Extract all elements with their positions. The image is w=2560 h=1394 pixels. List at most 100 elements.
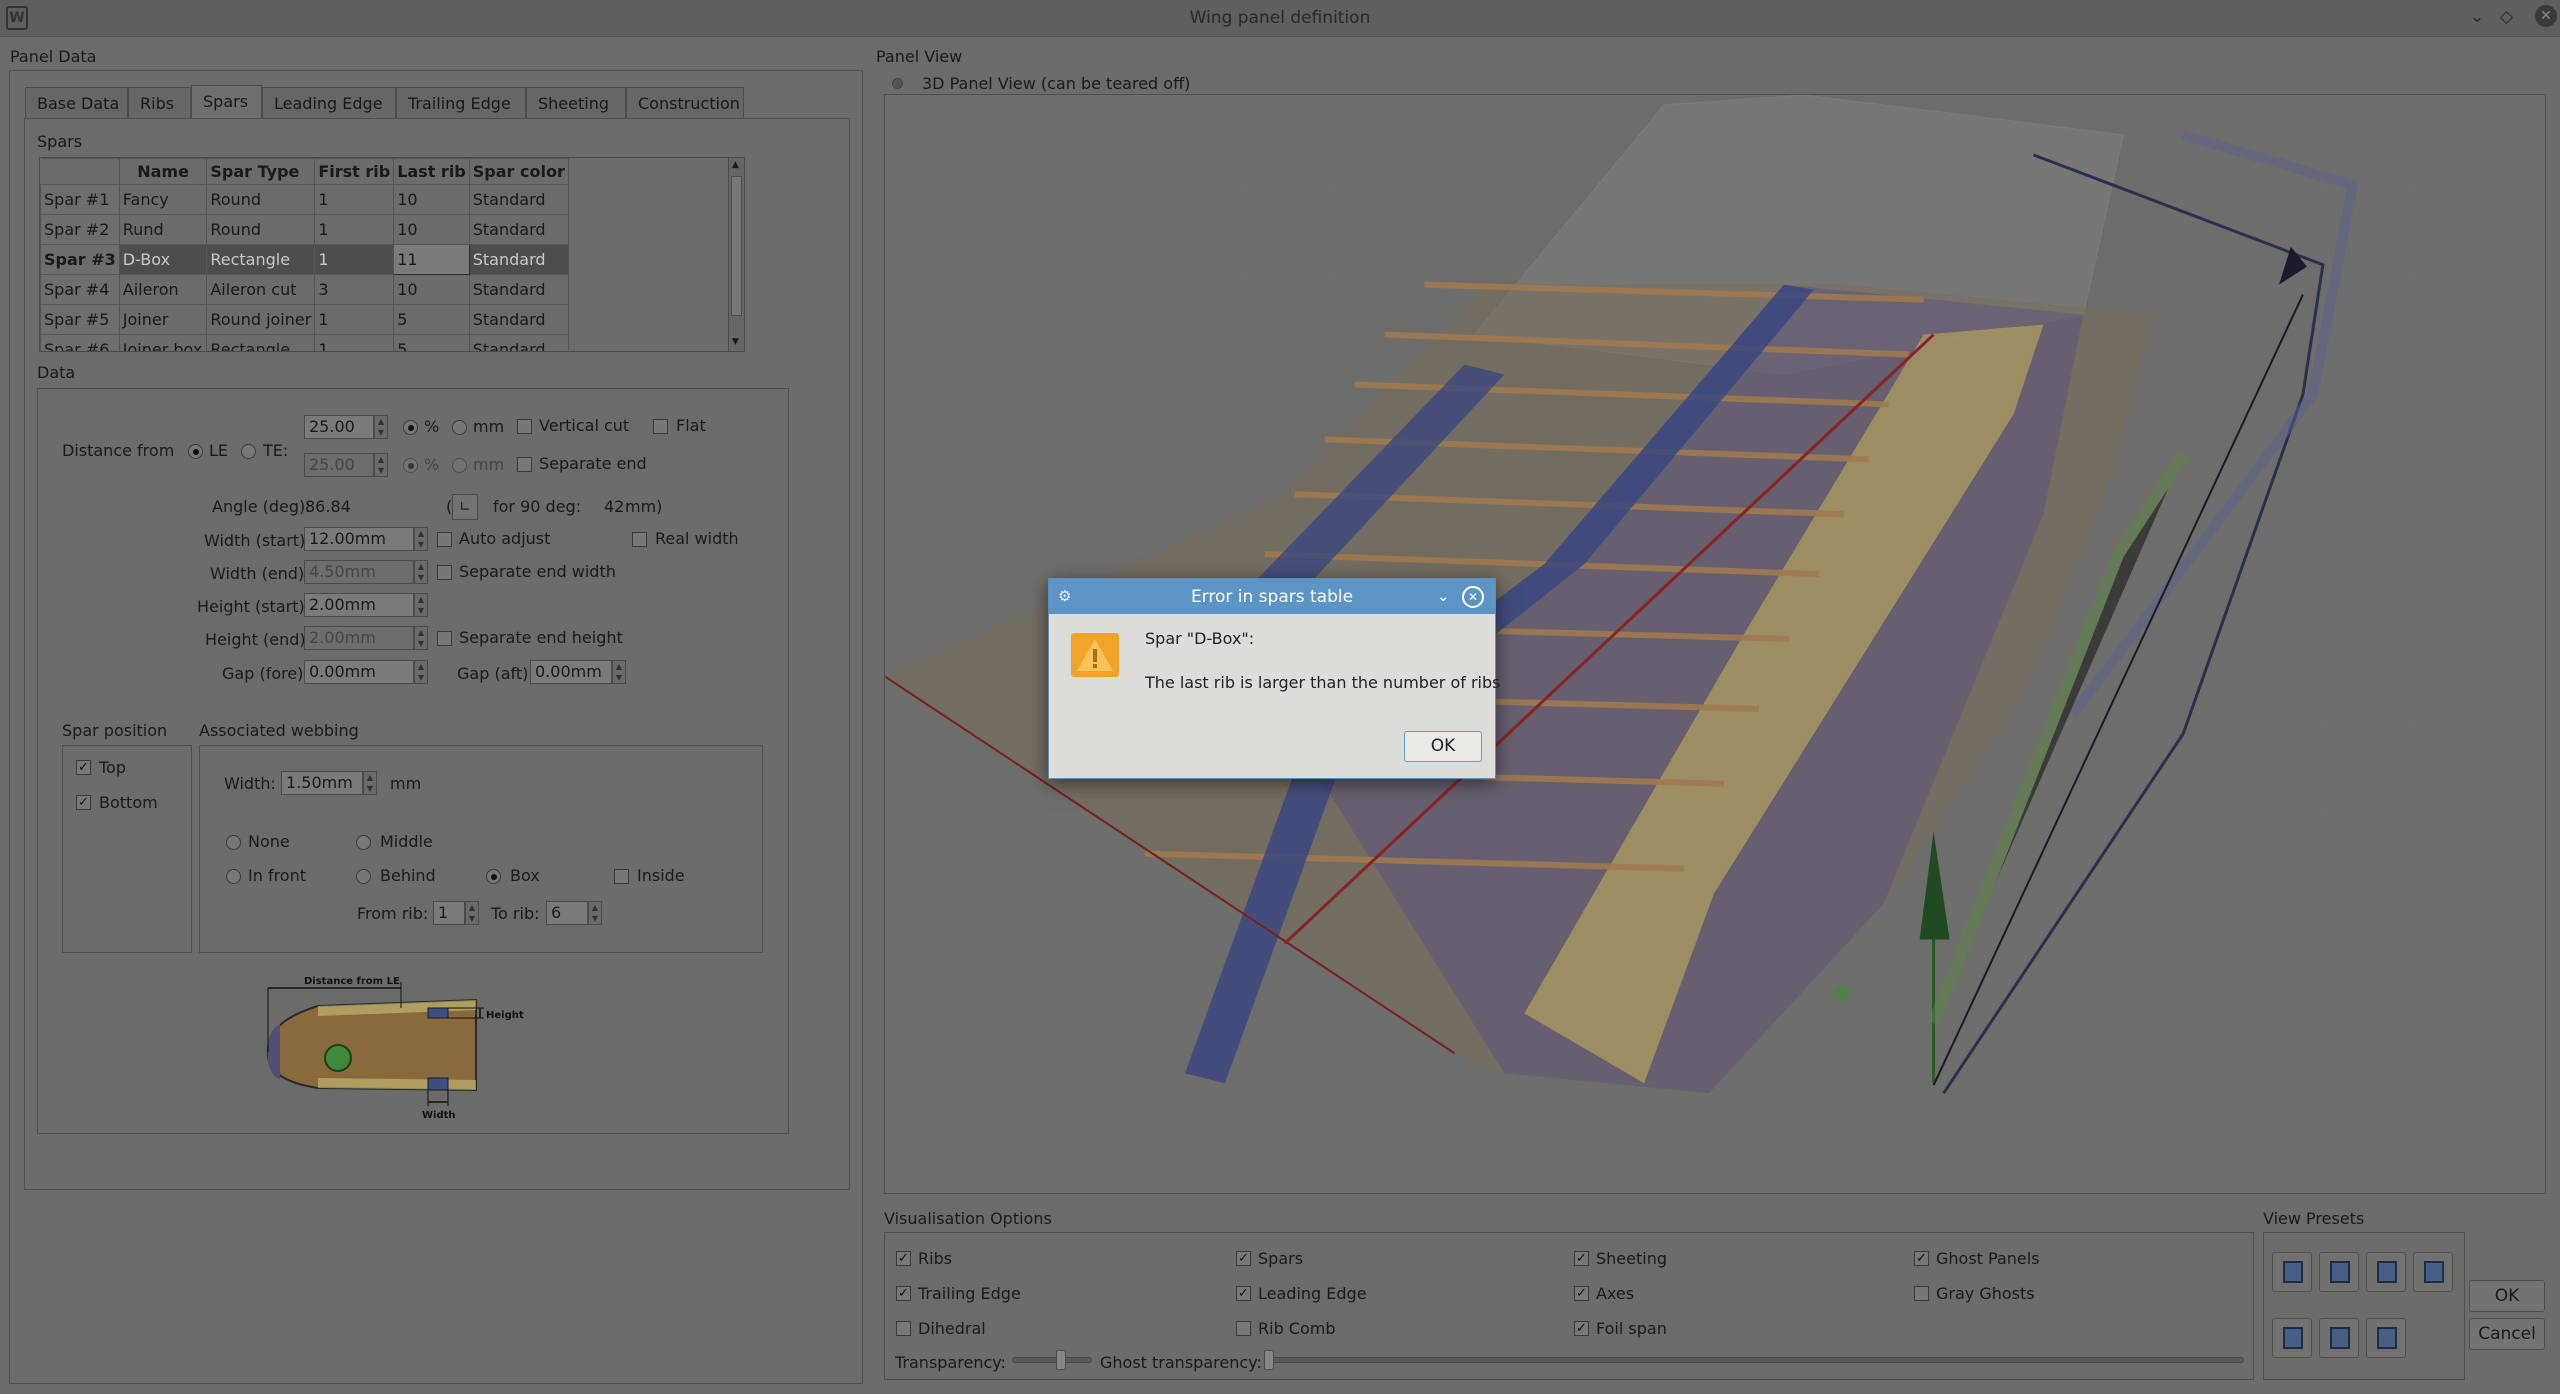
cell-last[interactable]: 10 bbox=[393, 274, 470, 305]
cell-first[interactable]: 3 bbox=[314, 274, 395, 305]
table-row-selected[interactable]: Spar #3 D-Box Rectangle 1 11 Standard bbox=[40, 244, 744, 275]
gray-ghosts-checkbox[interactable] bbox=[1914, 1286, 1929, 1301]
width-start-spinner[interactable]: ▲ ▼ bbox=[414, 527, 428, 551]
cell-first[interactable]: 1 bbox=[314, 214, 395, 245]
col-spar-color[interactable]: Spar color bbox=[468, 158, 569, 185]
view-preset-4[interactable] bbox=[2413, 1252, 2453, 1292]
angle-icon-button[interactable]: ∟ bbox=[452, 494, 478, 520]
view-preset-1[interactable] bbox=[2272, 1252, 2312, 1292]
dialog-close-icon[interactable]: ✕ bbox=[1462, 586, 1484, 608]
top-checkbox[interactable]: ✓ bbox=[76, 760, 91, 775]
ghost-panels-checkbox[interactable]: ✓ bbox=[1914, 1251, 1929, 1266]
table-row[interactable]: Spar #1 Fancy Round 1 10 Standard bbox=[40, 184, 744, 215]
transparency-slider-handle[interactable] bbox=[1056, 1350, 1066, 1370]
gap-aft-input[interactable]: 0.00mm bbox=[530, 660, 612, 684]
col-spar-type[interactable]: Spar Type bbox=[206, 158, 316, 185]
width-end-spinner[interactable]: ▲ ▼ bbox=[414, 560, 428, 584]
table-row[interactable]: Spar #6 Joiner box Rectangle 1 5 Standar… bbox=[40, 334, 744, 351]
dialog-menu-icon[interactable]: ⌄ bbox=[1437, 587, 1450, 605]
ok-button[interactable]: OK bbox=[2469, 1280, 2545, 1312]
scroll-up-icon[interactable]: ▲ bbox=[732, 160, 739, 170]
from-rib-input[interactable]: 1 bbox=[433, 901, 465, 925]
separate-end-checkbox[interactable] bbox=[517, 457, 532, 472]
cell-last[interactable]: 5 bbox=[393, 334, 470, 351]
cell-type[interactable]: Round joiner bbox=[206, 304, 316, 335]
cell-name[interactable]: Fancy bbox=[118, 184, 208, 215]
real-width-checkbox[interactable] bbox=[632, 532, 647, 547]
tab-trailing-edge[interactable]: Trailing Edge bbox=[396, 87, 526, 118]
tab-leading-edge[interactable]: Leading Edge bbox=[262, 87, 396, 118]
inside-checkbox[interactable] bbox=[614, 869, 629, 884]
cell-last[interactable]: 10 bbox=[393, 214, 470, 245]
table-scrollbar[interactable]: ▲ ▼ bbox=[728, 158, 744, 351]
cell-name[interactable]: Joiner bbox=[118, 304, 208, 335]
height-start-spinner[interactable]: ▲ ▼ bbox=[414, 593, 428, 617]
cell-type[interactable]: Rectangle bbox=[206, 244, 316, 275]
view-preset-3[interactable] bbox=[2366, 1252, 2406, 1292]
cell-color[interactable]: Standard bbox=[468, 334, 569, 351]
distance-le-spinner[interactable]: ▲ ▼ bbox=[374, 415, 388, 439]
web-none-radio[interactable] bbox=[226, 835, 241, 850]
web-in-front-radio[interactable] bbox=[226, 869, 241, 884]
to-rib-input[interactable]: 6 bbox=[546, 901, 588, 925]
cell-color[interactable]: Standard bbox=[468, 304, 569, 335]
leading-edge-checkbox[interactable]: ✓ bbox=[1236, 1286, 1251, 1301]
distance-te-spinner[interactable]: ▲ ▼ bbox=[374, 453, 388, 477]
table-row[interactable]: Spar #5 Joiner Round joiner 1 5 Standard bbox=[40, 304, 744, 335]
cell-color[interactable]: Standard bbox=[468, 274, 569, 305]
width-end-input[interactable]: 4.50mm bbox=[304, 560, 414, 584]
trailing-edge-checkbox[interactable]: ✓ bbox=[896, 1286, 911, 1301]
mm-radio[interactable] bbox=[452, 420, 467, 435]
tab-sheeting[interactable]: Sheeting bbox=[526, 87, 626, 118]
tear-off-handle-icon[interactable] bbox=[892, 78, 903, 89]
cell-last[interactable]: 11 bbox=[393, 244, 470, 275]
minimize-icon[interactable]: ⌄ bbox=[2470, 7, 2484, 27]
cell-name[interactable]: Rund bbox=[118, 214, 208, 245]
cell-name[interactable]: Aileron bbox=[118, 274, 208, 305]
height-end-input[interactable]: 2.00mm bbox=[304, 626, 414, 650]
cell-type[interactable]: Round bbox=[206, 214, 316, 245]
axes-checkbox[interactable]: ✓ bbox=[1574, 1286, 1589, 1301]
tab-ribs[interactable]: Ribs bbox=[128, 87, 191, 118]
cell-last[interactable]: 5 bbox=[393, 304, 470, 335]
row-header[interactable]: Spar #4 bbox=[40, 274, 120, 305]
cell-first[interactable]: 1 bbox=[314, 304, 395, 335]
ghost-transparency-slider-handle[interactable] bbox=[1264, 1350, 1274, 1370]
table-row[interactable]: Spar #2 Rund Round 1 10 Standard bbox=[40, 214, 744, 245]
distance-te-input[interactable]: 25.00 bbox=[304, 453, 374, 477]
web-middle-radio[interactable] bbox=[356, 835, 371, 850]
dihedral-checkbox[interactable] bbox=[896, 1321, 911, 1336]
scroll-thumb[interactable] bbox=[731, 176, 742, 316]
cell-color[interactable]: Standard bbox=[468, 214, 569, 245]
width-start-input[interactable]: 12.00mm bbox=[304, 527, 414, 551]
height-start-input[interactable]: 2.00mm bbox=[304, 593, 414, 617]
separate-end-height-checkbox[interactable] bbox=[437, 631, 452, 646]
gap-fore-input[interactable]: 0.00mm bbox=[304, 660, 414, 684]
flat-checkbox[interactable] bbox=[653, 419, 668, 434]
maximize-icon[interactable]: ◇ bbox=[2500, 7, 2513, 27]
close-icon[interactable]: ✕ bbox=[2535, 5, 2557, 27]
le-radio[interactable] bbox=[188, 444, 203, 459]
col-last-rib[interactable]: Last rib bbox=[393, 158, 470, 185]
sheeting-checkbox[interactable]: ✓ bbox=[1574, 1251, 1589, 1266]
to-rib-spinner[interactable]: ▲ ▼ bbox=[588, 901, 602, 925]
cell-last[interactable]: 10 bbox=[393, 184, 470, 215]
web-width-input[interactable]: 1.50mm bbox=[281, 771, 363, 795]
cell-type[interactable]: Aileron cut bbox=[206, 274, 316, 305]
row-header[interactable]: Spar #2 bbox=[40, 214, 120, 245]
web-behind-radio[interactable] bbox=[356, 869, 371, 884]
cell-name[interactable]: Joiner box bbox=[118, 334, 208, 351]
cell-color[interactable]: Standard bbox=[468, 184, 569, 215]
cell-first[interactable]: 1 bbox=[314, 244, 395, 275]
transparency-slider[interactable] bbox=[1012, 1357, 1092, 1363]
row-header[interactable]: Spar #1 bbox=[40, 184, 120, 215]
view-preset-2[interactable] bbox=[2319, 1252, 2359, 1292]
gap-fore-spinner[interactable]: ▲ ▼ bbox=[414, 660, 428, 684]
vertical-cut-checkbox[interactable] bbox=[517, 419, 532, 434]
auto-adjust-checkbox[interactable] bbox=[437, 532, 452, 547]
spars-checkbox[interactable]: ✓ bbox=[1236, 1251, 1251, 1266]
view-preset-5[interactable] bbox=[2272, 1318, 2312, 1358]
tab-spars[interactable]: Spars bbox=[191, 85, 262, 118]
tab-base-data[interactable]: Base Data bbox=[25, 87, 128, 118]
cell-first[interactable]: 1 bbox=[314, 184, 395, 215]
